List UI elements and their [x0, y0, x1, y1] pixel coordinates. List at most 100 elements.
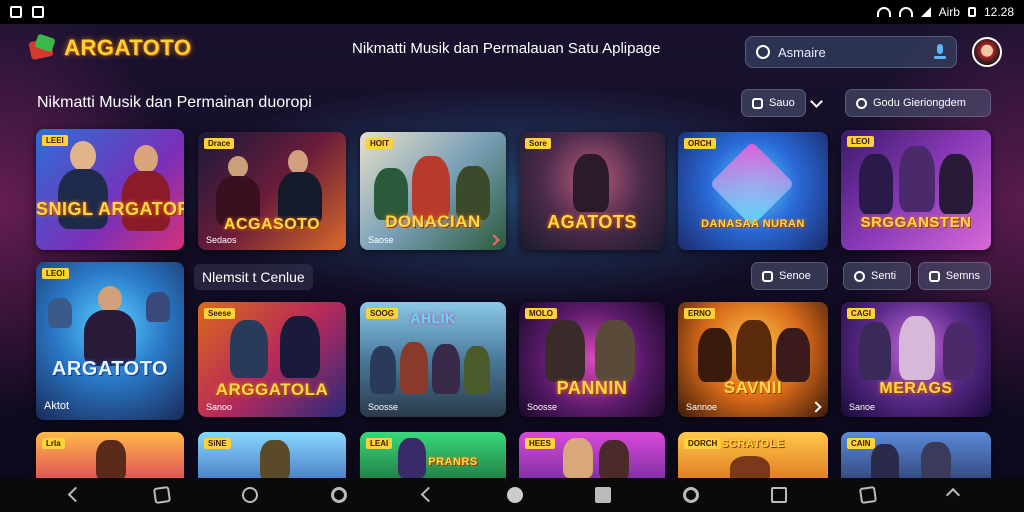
back-icon[interactable]: [419, 487, 435, 503]
card-subtitle: Sanoo: [206, 402, 233, 412]
search-genre-label: Godu Gieriongdem: [873, 97, 966, 109]
chevron-down-icon[interactable]: [808, 96, 826, 110]
featured-card[interactable]: LEOI ARGATOTO Aktot: [36, 262, 184, 420]
card-title: SCRATOLE: [721, 438, 785, 450]
card-badge: Drace: [204, 138, 235, 149]
card-title: AGATOTS: [547, 212, 637, 232]
logo[interactable]: ARGATOTO: [28, 33, 192, 62]
close-icon[interactable]: [488, 234, 500, 246]
card-subtitle: Aktot: [44, 400, 70, 412]
section-title: Nikmatti Musik dan Permainan duoropi: [37, 94, 312, 111]
card-badge: LEAI: [366, 438, 393, 449]
hotspot-icon: [898, 7, 913, 17]
battery-icon: [967, 7, 976, 17]
assistant-icon[interactable]: [330, 487, 347, 503]
card-subtitle: Saose: [368, 235, 394, 245]
card-badge: ERNO: [684, 308, 716, 319]
card-subtitle: Soosse: [527, 402, 558, 412]
game-card[interactable]: Drace ACGASOTO Sedaos: [198, 132, 346, 250]
card-badge: Sore: [525, 138, 551, 149]
sort-button[interactable]: Senoe: [751, 262, 828, 290]
mic-icon[interactable]: [934, 44, 946, 60]
find-button[interactable]: Senti: [843, 262, 911, 290]
game-card[interactable]: CAGI MERAGS Sanoe: [841, 302, 991, 417]
history-icon: [756, 45, 770, 59]
sort-label: Senoe: [779, 270, 811, 282]
card-title: SAVNII: [723, 378, 783, 397]
card-badge: SiNE: [204, 438, 231, 449]
header-title: Nikmatti Musik dan Permalauan Satu Aplip…: [352, 40, 661, 57]
navigation-bar: [0, 478, 1024, 512]
card-subtitle: Sannoe: [686, 402, 718, 412]
notification-icon: [10, 6, 22, 18]
game-card[interactable]: LEOI SRGGANSTEN: [841, 130, 991, 250]
card-badge: LEOI: [42, 268, 69, 279]
card-badge: LEEI: [42, 135, 68, 146]
card-badge: Lrla: [42, 438, 65, 449]
recents-icon[interactable]: [771, 487, 788, 503]
game-card[interactable]: SOOG AHLIK Soosse: [360, 302, 506, 417]
wifi-icon: [876, 7, 891, 17]
card-title: ACGASOTO: [223, 216, 321, 233]
find-label: Senti: [871, 270, 897, 282]
search-input[interactable]: [778, 44, 918, 60]
logo-text: ARGATOTO: [64, 35, 192, 60]
card-title: SNIGL ARGATORO: [36, 199, 184, 219]
status-bar: Airb 12.28: [0, 0, 1024, 24]
assistant-icon[interactable]: [683, 487, 700, 503]
search-genre-button[interactable]: Godu Gieriongdem: [845, 89, 991, 117]
filter-label: Sauo: [769, 97, 795, 109]
home-icon[interactable]: [242, 487, 259, 503]
card-badge: HEES: [525, 438, 555, 449]
section-title: Nlemsit t Cenlue: [194, 264, 313, 290]
app-header: ARGATOTO Nikmatti Musik dan Permalauan S…: [0, 24, 1024, 78]
card-badge: HOIT: [366, 138, 394, 149]
game-card[interactable]: Seese ARGGATOLA Sanoo: [198, 302, 346, 417]
list-button[interactable]: Semns: [918, 262, 991, 290]
card-title: DONACIAN: [385, 212, 481, 231]
card-title: PRANRS: [428, 456, 478, 468]
mail-icon: [32, 6, 44, 18]
logo-icon: [28, 33, 58, 62]
back-icon[interactable]: [66, 487, 82, 503]
card-subtitle: Soosse: [368, 402, 399, 412]
clock: 12.28: [983, 5, 1014, 19]
carrier-label: Airb: [938, 5, 960, 19]
search-icon: [854, 270, 865, 282]
search-icon: [856, 97, 867, 109]
overview-icon[interactable]: [858, 485, 877, 505]
list-label: Semns: [945, 270, 980, 282]
game-card[interactable]: HOIT DONACIAN Saose: [360, 132, 506, 250]
card-title: AHLIK: [410, 310, 456, 326]
recents-icon[interactable]: [595, 487, 612, 503]
card-badge: Seese: [204, 308, 236, 319]
search-bar[interactable]: [745, 36, 957, 68]
card-badge: CAIN: [847, 438, 875, 449]
card-badge: LEOI: [847, 136, 874, 147]
card-title: PANNIN: [556, 378, 628, 398]
overview-icon[interactable]: [153, 485, 172, 505]
close-icon[interactable]: [810, 401, 822, 413]
home-icon[interactable]: [506, 487, 523, 503]
rotate-icon[interactable]: [945, 487, 960, 503]
game-card[interactable]: LEEI SNIGL ARGATORO: [36, 129, 184, 250]
card-subtitle: Sanoe: [849, 402, 876, 412]
list-icon: [929, 270, 940, 282]
card-badge: ORCH: [684, 138, 716, 149]
filter-button[interactable]: Sauo: [741, 89, 806, 117]
signal-icon: [920, 7, 931, 17]
card-subtitle: Sedaos: [206, 235, 237, 245]
card-title: ARGGATOLA: [215, 380, 329, 399]
card-badge: CAGI: [847, 308, 875, 319]
card-badge: MOLO: [525, 308, 557, 319]
avatar[interactable]: [972, 37, 1002, 67]
card-title: DANASAA NURAN: [701, 218, 805, 230]
sort-icon: [762, 270, 773, 282]
card-title: MERAGS: [879, 380, 953, 397]
game-card[interactable]: MOLO PANNIN Soosse: [519, 302, 665, 417]
filter-icon: [752, 97, 763, 109]
game-card[interactable]: ERNO SAVNII Sannoe: [678, 302, 828, 417]
game-card[interactable]: Sore AGATOTS: [519, 132, 665, 250]
game-card[interactable]: ORCH DANASAA NURAN: [678, 132, 828, 250]
card-title: ARGATOTO: [51, 358, 169, 380]
